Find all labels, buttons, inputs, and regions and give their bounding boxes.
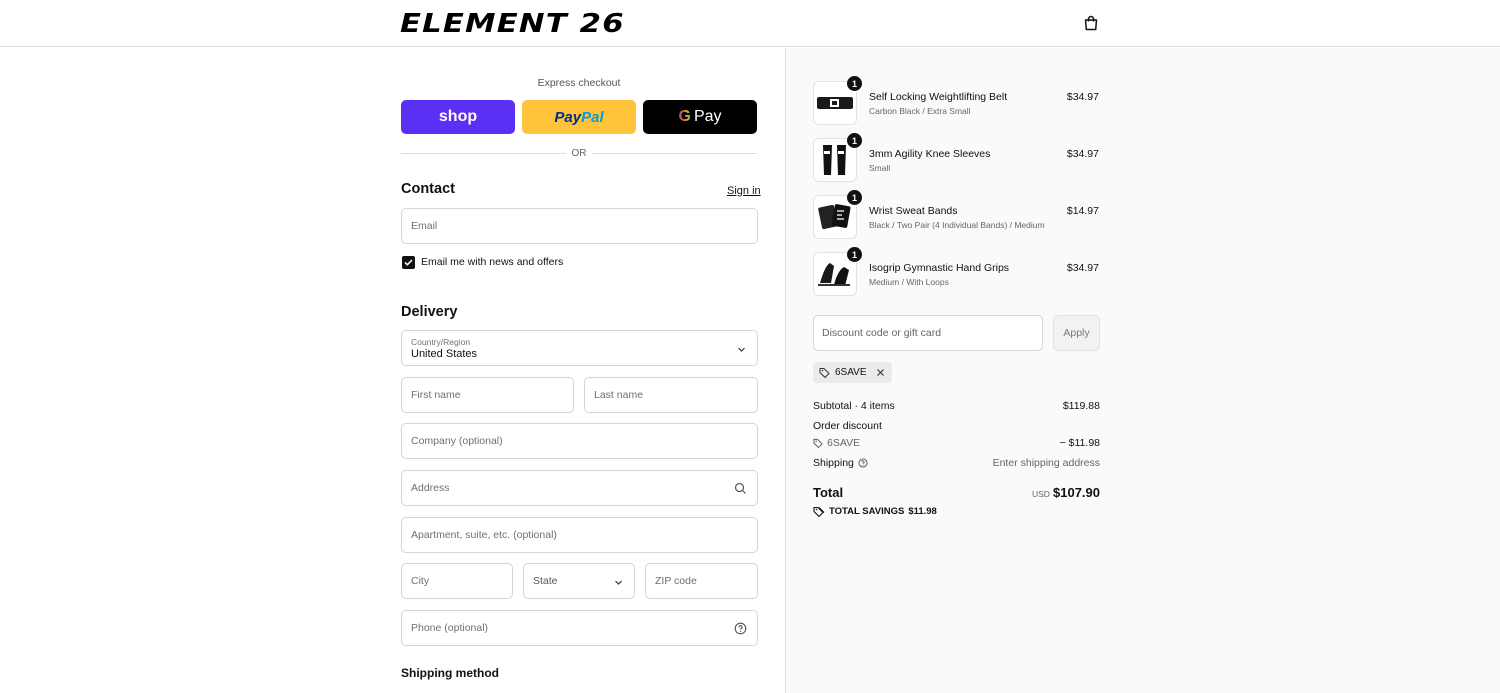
total-label: Total [813, 485, 844, 500]
state-select[interactable]: State [523, 563, 635, 599]
zip-input[interactable] [646, 564, 757, 598]
apply-discount-button[interactable]: Apply [1053, 315, 1100, 351]
shipping-value: Enter shipping address [992, 457, 1100, 469]
knee-sleeves-icon [823, 145, 846, 175]
apartment-input[interactable] [402, 518, 757, 552]
paypal-button[interactable]: Pay Pal [522, 100, 636, 134]
chevron-down-icon [615, 580, 622, 585]
item-name: 3mm Agility Knee Sleeves [869, 148, 991, 160]
newsletter-checkbox[interactable] [402, 256, 415, 269]
item-price: $34.97 [1066, 91, 1099, 103]
item-thumbnail-wrist-bands: 1 [813, 190, 862, 239]
country-select[interactable]: Country/Region United States [401, 330, 758, 366]
check-icon [404, 259, 413, 266]
google-pay-button[interactable]: G Pay [643, 100, 757, 134]
help-circle-icon[interactable] [858, 458, 868, 468]
last-name-field[interactable] [584, 377, 758, 413]
chevron-down-icon [738, 347, 745, 352]
or-label: OR [566, 148, 592, 159]
express-checkout-label: Express checkout [537, 77, 621, 89]
item-thumbnail-knee-sleeves: 1 [813, 133, 862, 182]
shop-pay-button[interactable]: shop [401, 100, 515, 134]
order-summary-panel [785, 48, 1500, 693]
company-input[interactable] [402, 424, 757, 458]
brand-logo[interactable]: ELEMENT 26 [400, 9, 625, 39]
newsletter-label: Email me with news and offers [421, 256, 564, 268]
last-name-input[interactable] [585, 378, 757, 412]
discount-value: − $11.98 [1059, 437, 1100, 449]
wrist-bands-icon [818, 204, 851, 230]
city-input[interactable] [402, 564, 512, 598]
shipping-row: Shipping [813, 457, 868, 469]
item-price: $14.97 [1066, 205, 1099, 217]
email-input[interactable] [402, 209, 757, 243]
applied-discount-chip: 6SAVE [813, 362, 892, 383]
discount-code-label: 6SAVE [827, 437, 861, 449]
email-field[interactable] [401, 208, 758, 244]
quantity-badge: 1 [847, 133, 862, 148]
discount-code-row: 6SAVE [813, 437, 860, 449]
shipping-method-title: Shipping method [401, 666, 499, 680]
first-name-input[interactable] [402, 378, 573, 412]
currency-label: USD [1032, 489, 1050, 499]
country-label: Country/Region [411, 337, 471, 347]
city-field[interactable] [401, 563, 513, 599]
tag-icon [813, 438, 823, 448]
subtotal-value: $119.88 [1062, 400, 1100, 412]
item-name: Isogrip Gymnastic Hand Grips [869, 262, 1010, 274]
item-variant: Small [869, 163, 891, 173]
tag-icon [819, 368, 830, 378]
sign-in-link[interactable]: Sign in [727, 185, 761, 197]
address-field[interactable] [401, 470, 758, 506]
item-variant: Medium / With Loops [869, 277, 949, 287]
applied-code-label: 6SAVE [835, 367, 867, 378]
address-input[interactable] [402, 471, 757, 505]
savings-label: TOTAL SAVINGS [829, 506, 905, 517]
total-savings: TOTAL SAVINGS $11.98 [813, 506, 937, 517]
phone-input[interactable] [402, 611, 757, 645]
contact-title: Contact [401, 181, 455, 197]
item-price: $34.97 [1066, 262, 1099, 274]
company-field[interactable] [401, 423, 758, 459]
discount-code-input[interactable] [814, 316, 1042, 350]
discount-code-field[interactable] [813, 315, 1043, 351]
item-price: $34.97 [1066, 148, 1099, 160]
hand-grips-icon [818, 263, 850, 286]
quantity-badge: 1 [847, 190, 862, 205]
state-label: State [533, 575, 558, 587]
shipping-label: Shipping [813, 457, 854, 469]
tags-icon [813, 506, 825, 517]
apartment-field[interactable] [401, 517, 758, 553]
search-icon [734, 482, 746, 494]
delivery-title: Delivery [401, 304, 458, 320]
total-value: $107.90 [1053, 485, 1100, 500]
item-name: Wrist Sweat Bands [869, 205, 958, 217]
close-icon[interactable] [876, 368, 885, 377]
zip-field[interactable] [645, 563, 758, 599]
item-thumbnail-hand-grips: 1 [813, 247, 862, 296]
quantity-badge: 1 [847, 76, 862, 91]
google-g-icon: G [678, 108, 691, 125]
subtotal-label: Subtotal · 4 items [813, 400, 895, 412]
site-header: ELEMENT 26 [0, 0, 1500, 47]
item-variant: Carbon Black / Extra Small [869, 106, 971, 116]
item-thumbnail-belt: 1 [813, 76, 862, 125]
shopping-bag-icon[interactable] [1082, 14, 1100, 32]
weightlifting-belt-icon [817, 97, 853, 109]
savings-value: $11.98 [908, 506, 937, 517]
item-name: Self Locking Weightlifting Belt [869, 91, 1008, 103]
country-value: United States [411, 348, 478, 360]
item-variant: Black / Two Pair (4 Individual Bands) / … [869, 220, 1045, 230]
first-name-field[interactable] [401, 377, 574, 413]
phone-field[interactable] [401, 610, 758, 646]
order-discount-label: Order discount [813, 420, 882, 432]
help-circle-icon[interactable] [734, 622, 747, 635]
quantity-badge: 1 [847, 247, 862, 262]
